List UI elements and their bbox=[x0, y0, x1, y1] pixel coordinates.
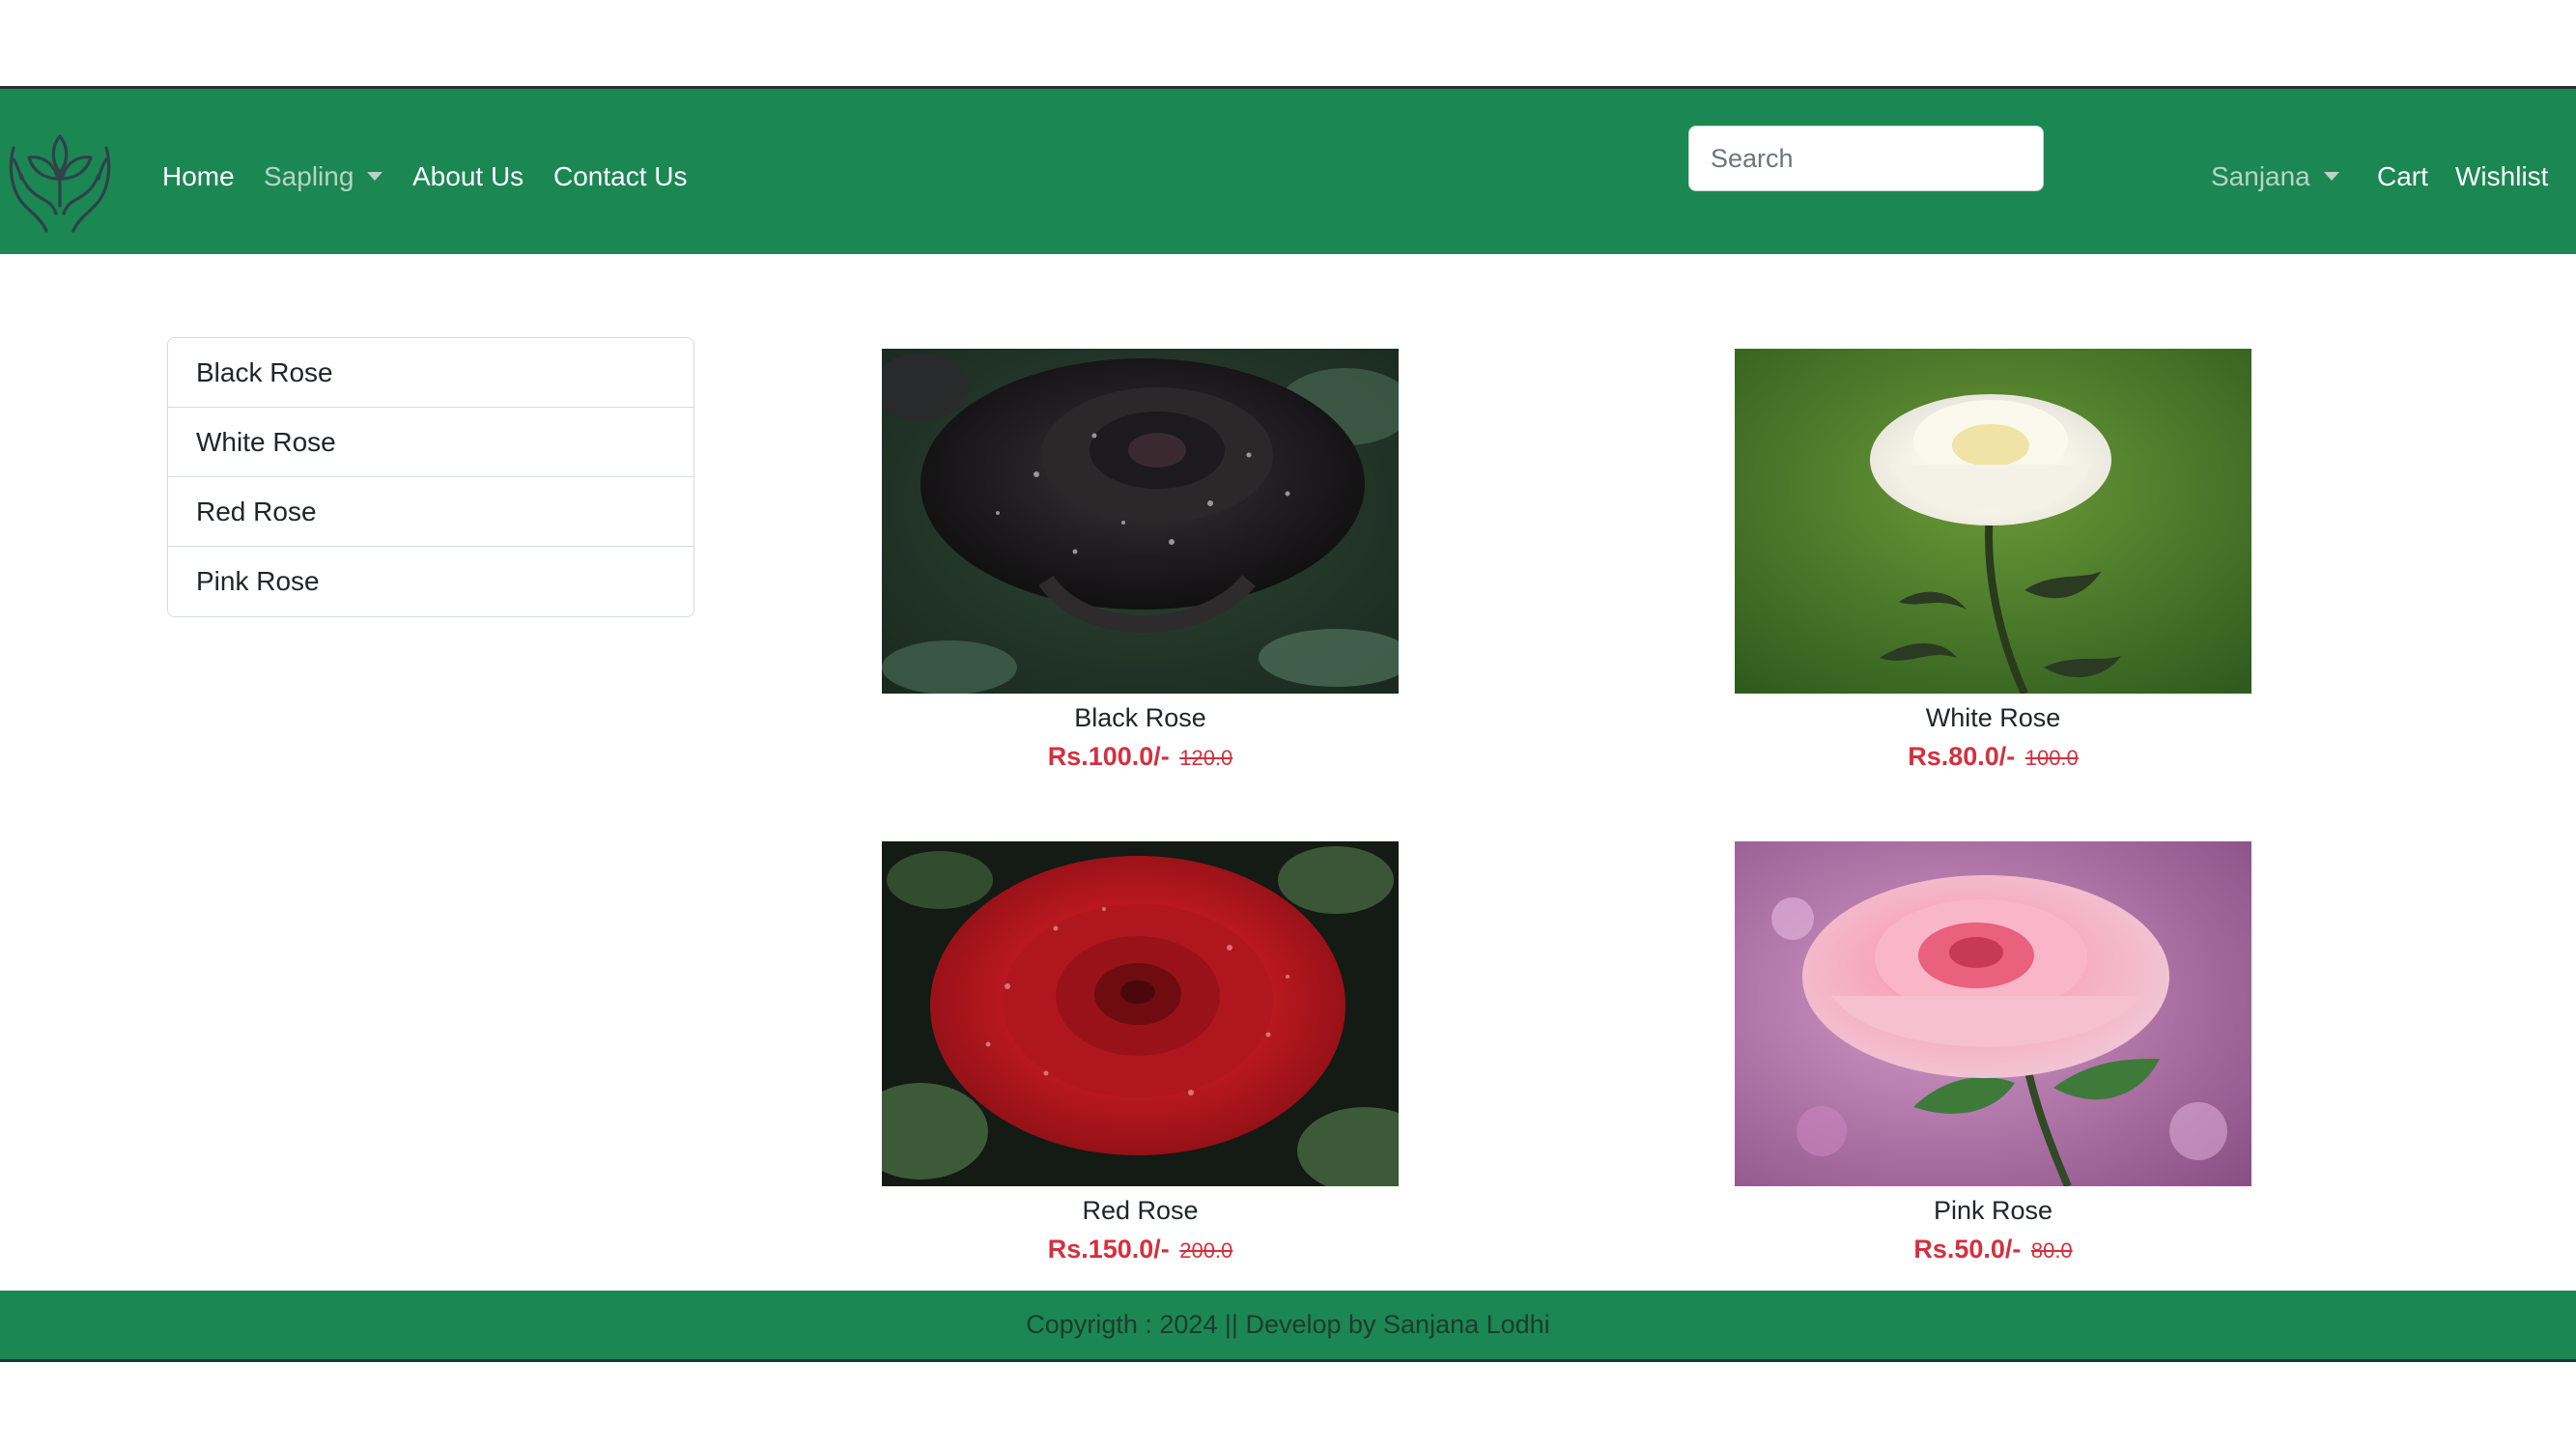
product-old-price: 200.0 bbox=[1179, 1238, 1233, 1263]
product-name[interactable]: Red Rose bbox=[882, 1194, 1399, 1227]
product-name[interactable]: White Rose bbox=[1735, 701, 2251, 734]
product-old-price: 120.0 bbox=[1179, 746, 1233, 770]
product-price-line: Rs.80.0/- 100.0 bbox=[1735, 740, 2251, 778]
nav-home-link[interactable]: Home bbox=[162, 159, 235, 194]
category-list: Black Rose White Rose Red Rose Pink Rose bbox=[167, 337, 694, 617]
product-price: Rs.150.0/- bbox=[1047, 1235, 1170, 1264]
product-price-line: Rs.50.0/- 80.0 bbox=[1735, 1233, 2251, 1270]
category-item-black-rose[interactable]: Black Rose bbox=[168, 338, 694, 408]
product-old-price: 100.0 bbox=[2024, 746, 2079, 770]
product-card-pink-rose[interactable]: Pink Rose Rs.50.0/- 80.0 bbox=[1735, 841, 2251, 1270]
nav-cart-link[interactable]: Cart bbox=[2377, 159, 2428, 194]
logo-hands-plant-icon[interactable] bbox=[2, 130, 118, 237]
product-price-line: Rs.150.0/- 200.0 bbox=[882, 1233, 1399, 1270]
navbar: Home Sapling About Us Contact Us Sanjana… bbox=[0, 86, 2576, 254]
category-item-pink-rose[interactable]: Pink Rose bbox=[168, 547, 694, 616]
page: Home Sapling About Us Contact Us Sanjana… bbox=[0, 0, 2576, 1449]
product-name[interactable]: Black Rose bbox=[882, 701, 1399, 734]
red-rose-photo[interactable] bbox=[882, 841, 1399, 1186]
chevron-down-icon bbox=[2323, 172, 2339, 181]
product-card-red-rose[interactable]: Red Rose Rs.150.0/- 200.0 bbox=[882, 841, 1399, 1270]
black-rose-photo[interactable] bbox=[882, 349, 1399, 694]
product-old-price: 80.0 bbox=[2030, 1238, 2073, 1263]
user-menu-dropdown[interactable]: Sanjana bbox=[2211, 159, 2339, 194]
nav-sapling-dropdown[interactable]: Sapling bbox=[264, 159, 383, 194]
nav-sapling-label: Sapling bbox=[264, 161, 354, 191]
nav-contact-link[interactable]: Contact Us bbox=[553, 159, 688, 194]
product-name[interactable]: Pink Rose bbox=[1735, 1194, 2251, 1227]
footer-copyright: Copyrigth : 2024 || Develop by Sanjana L… bbox=[1026, 1310, 1550, 1339]
product-price: Rs.50.0/- bbox=[1913, 1235, 2022, 1264]
product-card-black-rose[interactable]: Black Rose Rs.100.0/- 120.0 bbox=[882, 349, 1399, 778]
product-price-line: Rs.100.0/- 120.0 bbox=[882, 740, 1399, 778]
footer: Copyrigth : 2024 || Develop by Sanjana L… bbox=[0, 1291, 2576, 1362]
nav-wishlist-link[interactable]: Wishlist bbox=[2455, 159, 2548, 194]
nav-about-link[interactable]: About Us bbox=[412, 159, 524, 194]
user-name-label: Sanjana bbox=[2211, 161, 2310, 191]
category-item-white-rose[interactable]: White Rose bbox=[168, 408, 694, 477]
white-rose-photo[interactable] bbox=[1735, 349, 2251, 694]
pink-rose-photo[interactable] bbox=[1735, 841, 2251, 1186]
search-input[interactable] bbox=[1688, 126, 2044, 191]
category-item-red-rose[interactable]: Red Rose bbox=[168, 477, 694, 547]
product-card-white-rose[interactable]: White Rose Rs.80.0/- 100.0 bbox=[1735, 349, 2251, 778]
product-price: Rs.80.0/- bbox=[1908, 742, 2016, 771]
chevron-down-icon bbox=[367, 172, 383, 181]
product-price: Rs.100.0/- bbox=[1047, 742, 1170, 771]
